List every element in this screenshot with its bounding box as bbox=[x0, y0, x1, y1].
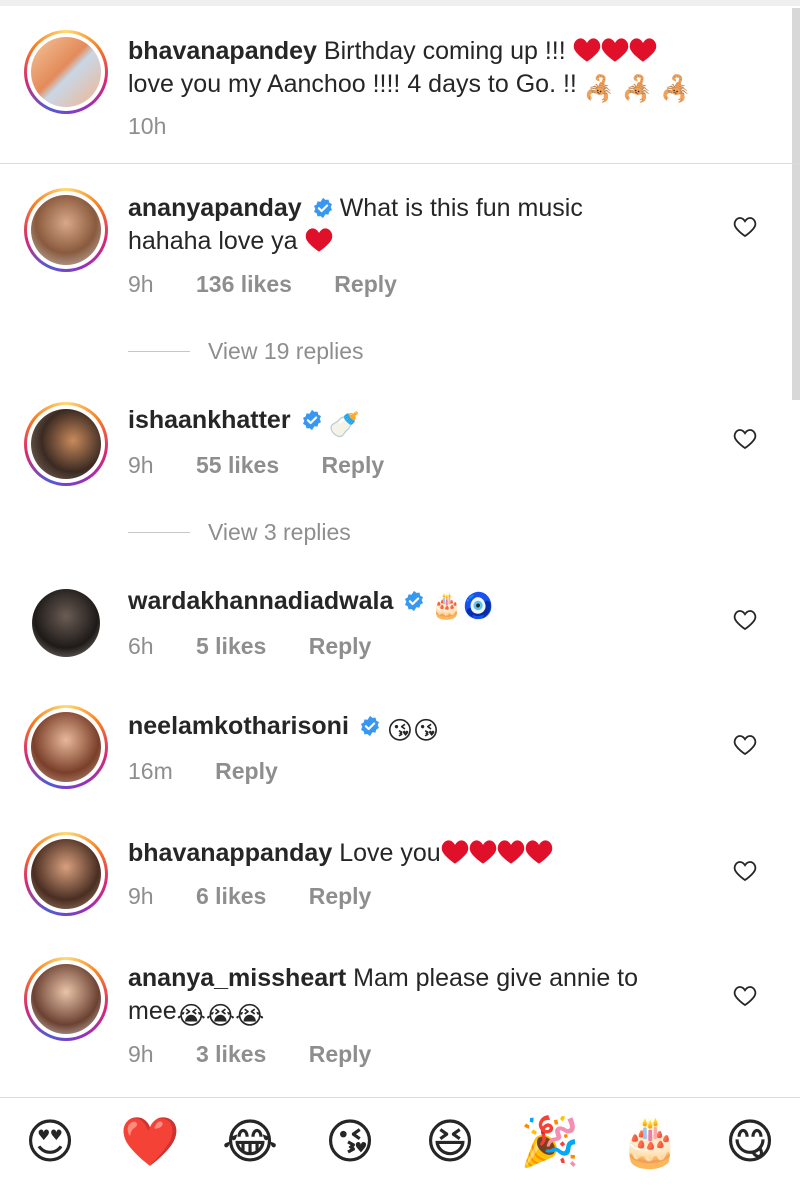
red-heart-icon bbox=[305, 228, 332, 252]
like-heart-icon[interactable] bbox=[733, 216, 757, 238]
caption-username[interactable]: bhavanapandey bbox=[128, 37, 317, 65]
like-heart-icon[interactable] bbox=[733, 609, 757, 631]
comment-time: 9h bbox=[128, 271, 154, 297]
like-heart-icon[interactable] bbox=[733, 985, 757, 1007]
comment-username[interactable]: ananya_missheart bbox=[128, 964, 346, 992]
comment-time: 9h bbox=[128, 452, 154, 478]
like-heart-icon[interactable] bbox=[733, 860, 757, 882]
avatar[interactable] bbox=[24, 30, 108, 114]
likes-count[interactable]: 3 likes bbox=[196, 1041, 266, 1068]
verified-badge-icon bbox=[302, 409, 321, 431]
red-heart-icon bbox=[469, 840, 496, 864]
comment-time: 6h bbox=[128, 633, 154, 659]
emoji-bar-divider bbox=[0, 1097, 800, 1098]
kissing-emoji-button[interactable]: 😘 bbox=[320, 1112, 380, 1172]
scorpion-icon: 🦂 bbox=[583, 75, 615, 103]
comment-username[interactable]: bhavanappanday bbox=[128, 839, 332, 867]
reply-button[interactable]: Reply bbox=[309, 633, 372, 660]
caption-text-line2: love you my Aanchoo !!!! 4 days to Go. !… bbox=[128, 70, 577, 98]
view-replies-label: View 3 replies bbox=[208, 519, 351, 545]
avatar[interactable] bbox=[24, 581, 108, 665]
comment-username[interactable]: wardakhannadiadwala bbox=[128, 587, 393, 615]
red-heart-icon bbox=[601, 38, 628, 62]
reply-button[interactable]: Reply bbox=[322, 452, 385, 479]
avatar[interactable] bbox=[24, 957, 108, 1041]
cake-evil-eye-icon: 🎂🧿 bbox=[431, 592, 494, 620]
view-replies-label: View 19 replies bbox=[208, 338, 364, 364]
scrollbar[interactable] bbox=[792, 8, 800, 400]
comment-text: Mam please give annie to bbox=[353, 964, 639, 992]
heart-eyes-emoji-button[interactable]: 😍 bbox=[20, 1112, 80, 1172]
like-heart-icon[interactable] bbox=[733, 734, 757, 756]
comment-text: What is this fun music bbox=[339, 194, 583, 222]
party-popper-emoji-button[interactable]: 🎉 bbox=[520, 1112, 580, 1172]
red-heart-icon bbox=[629, 38, 656, 62]
reply-button[interactable]: Reply bbox=[309, 1041, 372, 1068]
crying-face-icon: 😭😭😭 bbox=[176, 1002, 265, 1030]
yum-face-emoji-button[interactable]: 😋 bbox=[720, 1112, 780, 1172]
like-heart-icon[interactable] bbox=[733, 428, 757, 450]
comment-text: Love you bbox=[339, 839, 441, 867]
red-heart-icon bbox=[573, 38, 600, 62]
comment-text: mee bbox=[128, 997, 177, 1025]
reply-button[interactable]: Reply bbox=[309, 883, 372, 910]
comment-time: 9h bbox=[128, 883, 154, 909]
scorpion-icon: 🦂 bbox=[621, 75, 654, 103]
avatar[interactable] bbox=[24, 832, 108, 916]
comment-time: 9h bbox=[128, 1041, 154, 1067]
likes-count[interactable]: 5 likes bbox=[196, 633, 266, 660]
verified-badge-icon bbox=[313, 197, 332, 219]
likes-count[interactable]: 136 likes bbox=[196, 271, 292, 298]
baby-bottle-icon: 🍼 bbox=[328, 411, 360, 439]
avatar[interactable] bbox=[24, 188, 108, 272]
caption-divider bbox=[0, 163, 800, 164]
comment-username[interactable]: ishaankhatter bbox=[128, 406, 291, 434]
scorpion-icon: 🦂 bbox=[660, 75, 692, 103]
comment-username[interactable]: ananyapanday bbox=[128, 194, 302, 222]
emoji-quick-bar: 😍 ❤️ 😂 😘 😆 🎉 🎂 😋 bbox=[0, 1112, 800, 1178]
likes-count[interactable]: 6 likes bbox=[196, 883, 266, 910]
reply-button[interactable]: Reply bbox=[334, 271, 397, 298]
top-divider bbox=[0, 0, 800, 6]
laughing-emoji-button[interactable]: 😆 bbox=[420, 1112, 480, 1172]
red-heart-icon bbox=[497, 840, 524, 864]
view-replies-button[interactable]: View 3 replies bbox=[128, 519, 351, 546]
birthday-cake-emoji-button[interactable]: 🎂 bbox=[620, 1112, 680, 1172]
caption-text-line1: Birthday coming up !!! bbox=[323, 37, 566, 65]
likes-count[interactable]: 55 likes bbox=[196, 452, 279, 479]
verified-badge-icon bbox=[360, 715, 379, 737]
kissing-face-icon: 😘😘 bbox=[386, 717, 440, 745]
red-heart-icon bbox=[441, 840, 468, 864]
avatar[interactable] bbox=[24, 705, 108, 789]
red-heart-icon bbox=[525, 840, 552, 864]
verified-badge-icon bbox=[405, 590, 424, 612]
comment-time: 16m bbox=[128, 758, 173, 784]
caption-time: 10h bbox=[128, 113, 167, 139]
avatar[interactable] bbox=[24, 402, 108, 486]
view-replies-button[interactable]: View 19 replies bbox=[128, 338, 364, 365]
reply-button[interactable]: Reply bbox=[215, 758, 278, 785]
tears-of-joy-emoji-button[interactable]: 😂 bbox=[220, 1112, 280, 1172]
comment-text: hahaha love ya bbox=[128, 227, 298, 255]
comment-username[interactable]: neelamkotharisoni bbox=[128, 712, 349, 740]
red-heart-emoji-button[interactable]: ❤️ bbox=[120, 1112, 180, 1172]
